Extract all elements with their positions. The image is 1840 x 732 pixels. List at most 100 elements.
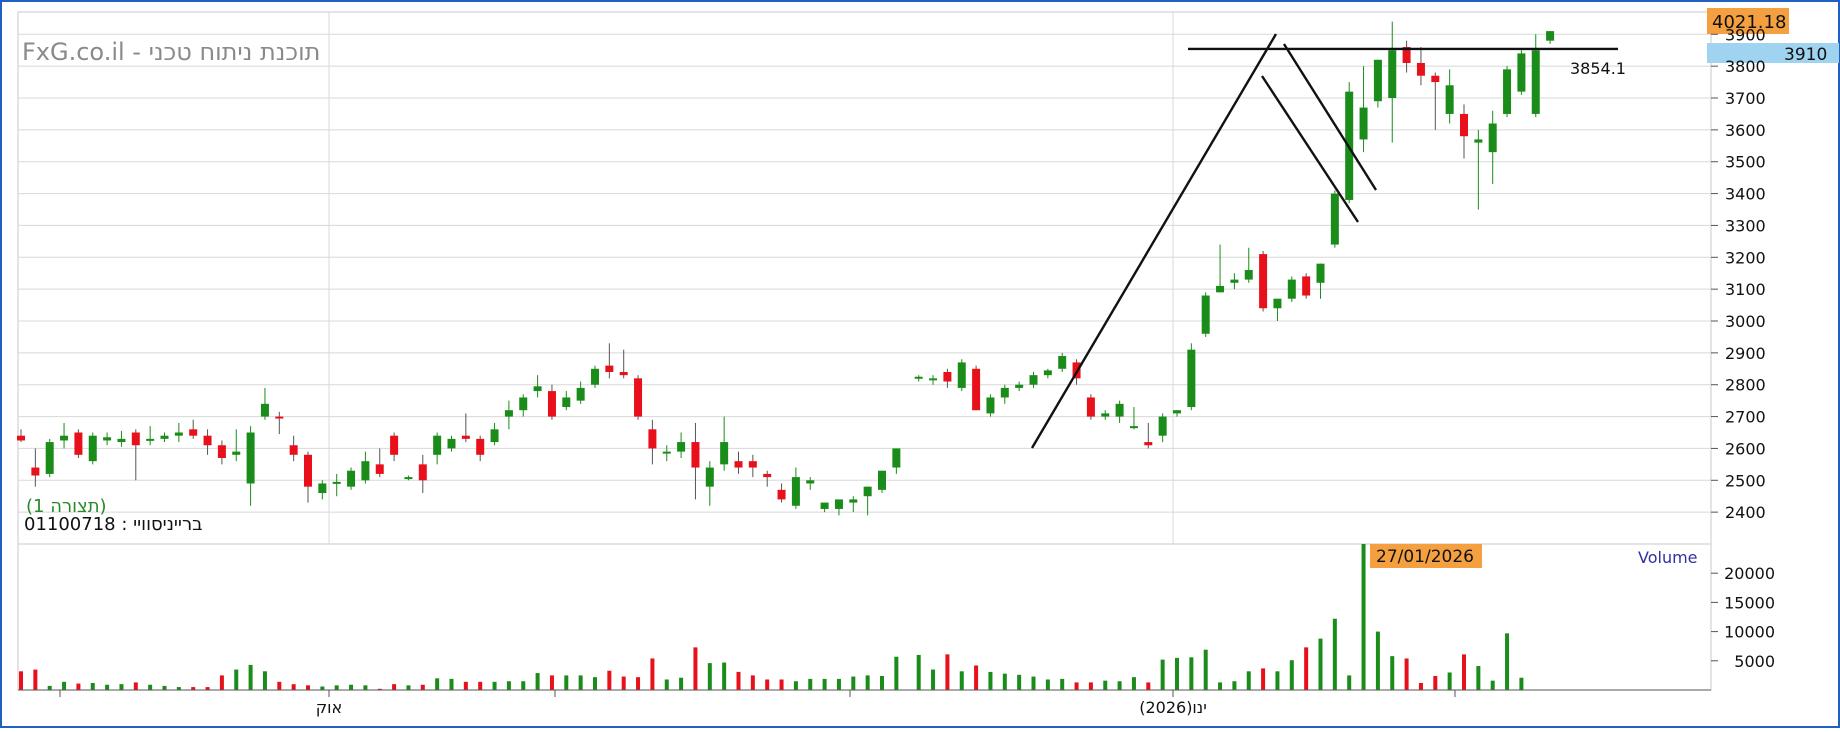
volume-bar (76, 683, 81, 690)
candle-body (504, 410, 513, 417)
y-tick-label: 2700 (1725, 408, 1766, 427)
volume-bar (1418, 682, 1423, 690)
candle-body (332, 481, 341, 484)
volume-bar (119, 684, 124, 690)
y-tick-label: 3200 (1725, 248, 1766, 267)
y-tick-label: 3300 (1725, 216, 1766, 235)
volume-bar (736, 671, 741, 690)
candle-body (1058, 356, 1067, 369)
candle (591, 365, 599, 388)
volume-bar (535, 673, 540, 690)
candle-body (863, 486, 872, 497)
volume-bar (750, 675, 755, 690)
candle-body (318, 483, 327, 494)
volume-bar (506, 681, 511, 690)
candle-body (748, 461, 757, 468)
volume-bar (1361, 544, 1366, 690)
candle-body (1244, 270, 1253, 280)
candle-body (605, 365, 614, 372)
candle-body (1187, 349, 1196, 408)
candle-body (1330, 193, 1339, 245)
candle (634, 375, 643, 420)
candle (1503, 66, 1512, 118)
volume-bar (1275, 671, 1280, 690)
volume-bar (1476, 666, 1481, 690)
volume-bar (1146, 682, 1151, 690)
volume-bar (707, 663, 712, 690)
candle-body (1086, 397, 1095, 417)
watermark-text: FxG.co.il - תוכנת ניתוח טכני (22, 38, 320, 66)
volume-bar (1060, 678, 1065, 690)
candle-body (1445, 85, 1454, 114)
volume-bar (1332, 618, 1337, 690)
candle-body (691, 442, 700, 468)
candle-body (1201, 295, 1210, 334)
candle-body (217, 445, 226, 458)
candle-body (1129, 426, 1138, 429)
volume-bar (621, 676, 626, 690)
y-tick-label: 3100 (1725, 280, 1766, 299)
volume-tick-label: 10000 (1724, 623, 1775, 642)
outer-border (0, 0, 1840, 728)
candle-body (31, 467, 40, 476)
y-tick-label: 3900 (1725, 25, 1766, 44)
volume-bar (262, 671, 267, 690)
candle-body (1531, 50, 1540, 114)
candle (986, 394, 995, 417)
chart-frame: FxG.co.il - תוכנת ניתוח טכני (תצורה 1) ב… (0, 0, 1840, 728)
volume-bar (836, 678, 841, 690)
candle-body (1029, 375, 1038, 385)
volume-bar (420, 684, 425, 690)
candle-body (943, 371, 952, 382)
volume-bar (406, 685, 411, 690)
candle-body (304, 454, 312, 487)
candle-body (1144, 442, 1153, 446)
volume-bar (521, 681, 526, 690)
candle-body (275, 416, 284, 419)
candle (1287, 276, 1296, 302)
candle-body (1173, 410, 1181, 414)
y-tick-label: 3600 (1725, 121, 1766, 140)
volume-bar (277, 681, 282, 690)
volume-bar (1088, 682, 1093, 690)
candle-body (174, 432, 183, 436)
volume-bar (894, 656, 899, 690)
volume-bar (162, 685, 167, 690)
volume-bar (636, 677, 641, 690)
candle (1086, 394, 1095, 420)
volume-bar (1218, 682, 1223, 690)
volume-bar (219, 675, 224, 690)
candle-body (929, 378, 938, 381)
candle-body (662, 451, 671, 454)
candle-body (404, 477, 413, 480)
candle-body (705, 467, 714, 487)
y-tick-label: 2900 (1725, 344, 1766, 363)
candle (1201, 292, 1210, 337)
volume-bar (1505, 633, 1510, 690)
candle-body (834, 499, 843, 509)
candle-body (648, 429, 657, 449)
candle-body (461, 435, 470, 439)
volume-bar (320, 686, 325, 690)
volume-bar (765, 679, 770, 690)
candle-body (375, 464, 384, 474)
candle-body (677, 442, 686, 452)
candle (88, 432, 97, 465)
candle-body (972, 368, 981, 411)
candle-body (246, 432, 255, 484)
candle-body (1316, 263, 1325, 283)
candle-body (547, 391, 556, 417)
candle-body (1431, 75, 1440, 83)
volume-bar (62, 681, 67, 690)
volume-bar (1131, 677, 1136, 690)
volume-bar (133, 682, 138, 690)
candle-body (619, 371, 628, 376)
volume-bar (1318, 638, 1323, 690)
volume-bar (463, 681, 468, 690)
volume-bar (1304, 647, 1309, 690)
y-tick-label: 3700 (1725, 89, 1766, 108)
candle-body (1488, 123, 1497, 153)
volume-bar (1002, 673, 1007, 690)
volume-bar (1261, 668, 1266, 690)
volume-tick-label: 15000 (1724, 593, 1775, 612)
